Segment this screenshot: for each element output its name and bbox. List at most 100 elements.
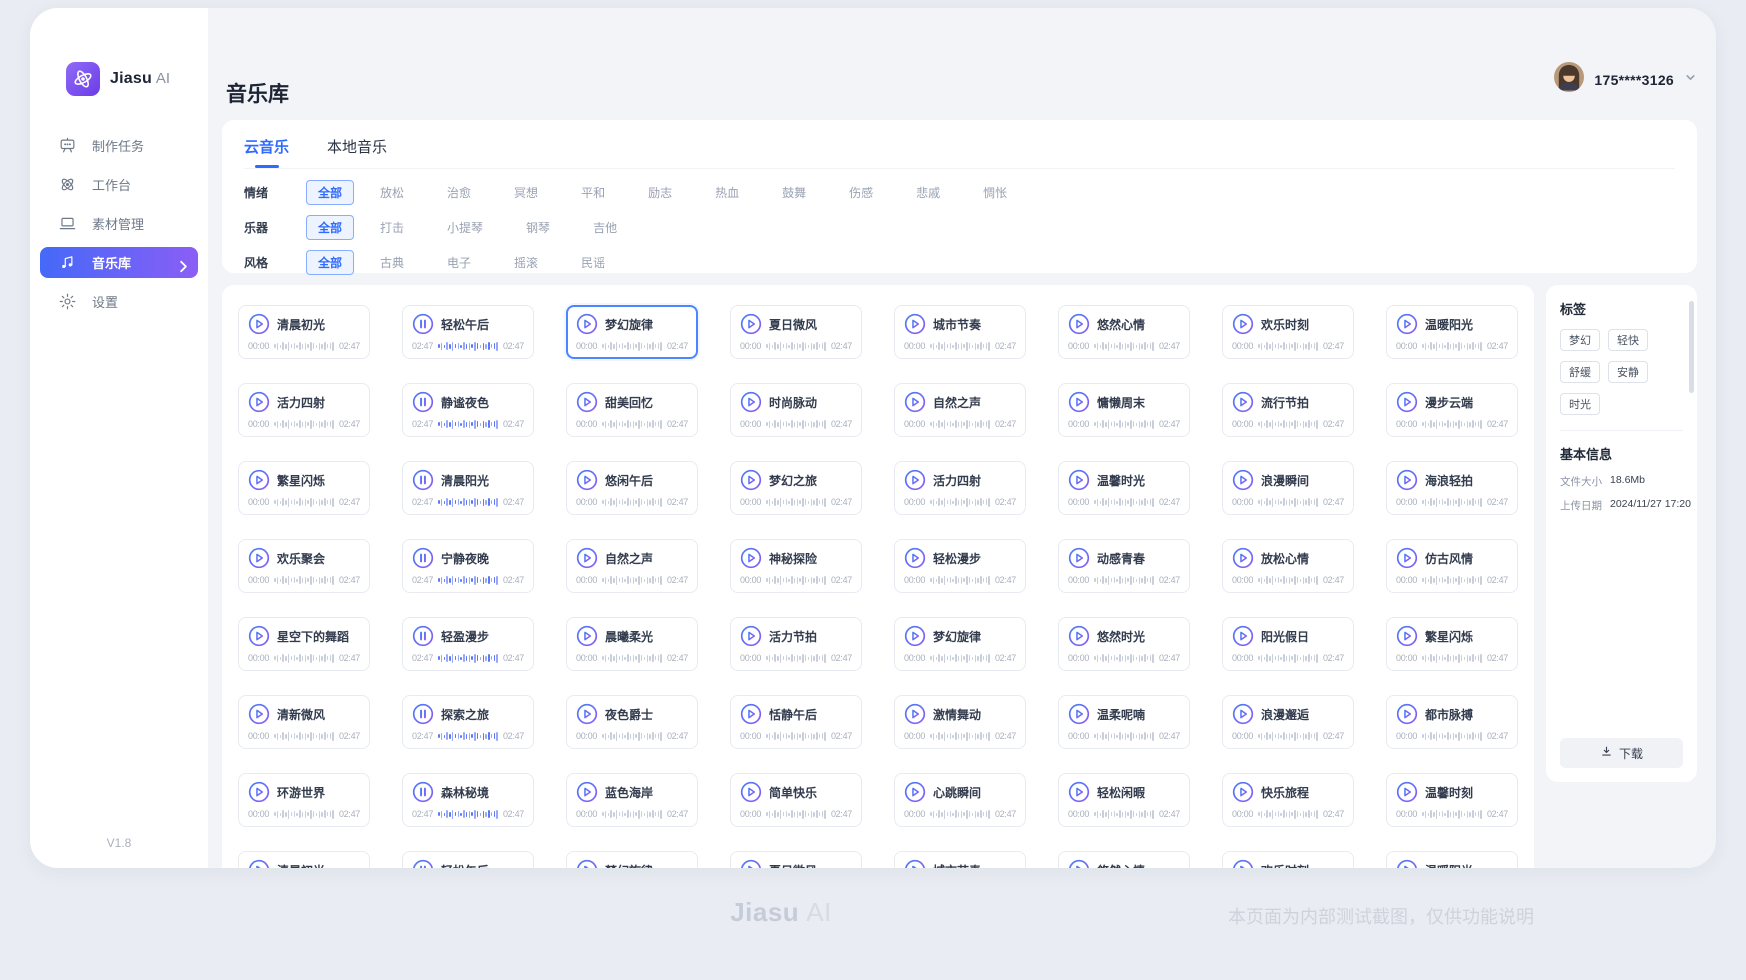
waveform[interactable] (600, 418, 664, 430)
music-card[interactable]: 快乐旅程00:0002:47 (1222, 773, 1354, 827)
play-icon[interactable] (1396, 859, 1418, 868)
waveform[interactable] (600, 574, 664, 586)
play-icon[interactable] (740, 547, 762, 569)
sidebar-item-assets[interactable]: 素材管理 (40, 208, 198, 239)
play-icon[interactable] (576, 547, 598, 569)
music-card[interactable]: 星空下的舞蹈00:0002:47 (238, 617, 370, 671)
filter-option[interactable]: 冥想 (502, 180, 550, 205)
music-card[interactable]: 仿古风情00:0002:47 (1386, 539, 1518, 593)
music-card[interactable]: 宁静夜晚02:4702:47 (402, 539, 534, 593)
music-card[interactable]: 激情舞动00:0002:47 (894, 695, 1026, 749)
waveform[interactable] (436, 418, 500, 430)
music-card[interactable]: 夜色爵士00:0002:47 (566, 695, 698, 749)
waveform[interactable] (928, 730, 992, 742)
waveform[interactable] (436, 808, 500, 820)
pause-icon[interactable] (412, 469, 434, 491)
music-card[interactable]: 都市脉搏00:0002:47 (1386, 695, 1518, 749)
waveform[interactable] (272, 652, 336, 664)
waveform[interactable] (600, 340, 664, 352)
waveform[interactable] (764, 652, 828, 664)
music-card[interactable]: 梦幻之旅00:0002:47 (730, 461, 862, 515)
music-card[interactable]: 轻松午后02:4702:47 (402, 851, 534, 868)
music-card[interactable]: 森林秘境02:4702:47 (402, 773, 534, 827)
play-icon[interactable] (248, 547, 270, 569)
waveform[interactable] (928, 652, 992, 664)
waveform[interactable] (436, 730, 500, 742)
music-card[interactable]: 神秘探险00:0002:47 (730, 539, 862, 593)
music-card[interactable]: 轻松午后02:4702:47 (402, 305, 534, 359)
play-icon[interactable] (576, 313, 598, 335)
music-card[interactable]: 温暖阳光00:0002:47 (1386, 305, 1518, 359)
pause-icon[interactable] (412, 313, 434, 335)
play-icon[interactable] (1396, 625, 1418, 647)
waveform[interactable] (764, 340, 828, 352)
play-icon[interactable] (904, 313, 926, 335)
music-card[interactable]: 梦幻旋律00:0002:47 (566, 851, 698, 868)
play-icon[interactable] (248, 391, 270, 413)
music-card[interactable]: 自然之声00:0002:47 (894, 383, 1026, 437)
waveform[interactable] (272, 418, 336, 430)
play-icon[interactable] (1232, 703, 1254, 725)
play-icon[interactable] (1068, 391, 1090, 413)
waveform[interactable] (764, 418, 828, 430)
waveform[interactable] (1420, 418, 1484, 430)
play-icon[interactable] (740, 625, 762, 647)
filter-option[interactable]: 全部 (306, 250, 354, 275)
waveform[interactable] (1256, 730, 1320, 742)
music-card[interactable]: 城市节奏00:0002:47 (894, 305, 1026, 359)
play-icon[interactable] (1068, 781, 1090, 803)
music-card[interactable]: 环游世界00:0002:47 (238, 773, 370, 827)
sidebar-item-workbench[interactable]: 工作台 (40, 169, 198, 200)
pause-icon[interactable] (412, 781, 434, 803)
waveform[interactable] (928, 496, 992, 508)
filter-option[interactable]: 惆怅 (971, 180, 1019, 205)
music-card[interactable]: 清晨初光00:0002:47 (238, 851, 370, 868)
music-card[interactable]: 温柔呢喃00:0002:47 (1058, 695, 1190, 749)
filter-option[interactable]: 全部 (306, 215, 354, 240)
filter-option[interactable]: 摇滚 (502, 250, 550, 275)
play-icon[interactable] (1232, 469, 1254, 491)
play-icon[interactable] (1068, 469, 1090, 491)
pause-icon[interactable] (412, 625, 434, 647)
waveform[interactable] (1420, 496, 1484, 508)
filter-option[interactable]: 民谣 (569, 250, 617, 275)
play-icon[interactable] (904, 469, 926, 491)
waveform[interactable] (600, 496, 664, 508)
music-card[interactable]: 清晨初光00:0002:47 (238, 305, 370, 359)
waveform[interactable] (1256, 496, 1320, 508)
play-icon[interactable] (740, 859, 762, 868)
sidebar-item-settings[interactable]: 设置 (40, 286, 198, 317)
play-icon[interactable] (904, 547, 926, 569)
waveform[interactable] (928, 418, 992, 430)
waveform[interactable] (272, 730, 336, 742)
music-card[interactable]: 欢乐聚会00:0002:47 (238, 539, 370, 593)
music-card[interactable]: 放松心情00:0002:47 (1222, 539, 1354, 593)
waveform[interactable] (1092, 496, 1156, 508)
music-card[interactable]: 流行节拍00:0002:47 (1222, 383, 1354, 437)
waveform[interactable] (928, 340, 992, 352)
music-card[interactable]: 温馨时刻00:0002:47 (1386, 773, 1518, 827)
filter-option[interactable]: 励志 (636, 180, 684, 205)
play-icon[interactable] (1068, 547, 1090, 569)
waveform[interactable] (436, 496, 500, 508)
music-card[interactable]: 悠闲午后00:0002:47 (566, 461, 698, 515)
play-icon[interactable] (1396, 391, 1418, 413)
play-icon[interactable] (1396, 781, 1418, 803)
waveform[interactable] (1092, 808, 1156, 820)
play-icon[interactable] (1232, 859, 1254, 868)
waveform[interactable] (600, 808, 664, 820)
music-card[interactable]: 温暖阳光00:0002:47 (1386, 851, 1518, 868)
filter-option[interactable]: 鼓舞 (770, 180, 818, 205)
filter-option[interactable]: 平和 (569, 180, 617, 205)
pause-icon[interactable] (412, 859, 434, 868)
waveform[interactable] (1256, 808, 1320, 820)
play-icon[interactable] (740, 313, 762, 335)
tab-local-music[interactable]: 本地音乐 (327, 136, 387, 168)
waveform[interactable] (764, 496, 828, 508)
waveform[interactable] (764, 808, 828, 820)
music-card[interactable]: 蓝色海岸00:0002:47 (566, 773, 698, 827)
waveform[interactable] (1420, 340, 1484, 352)
music-card[interactable]: 探索之旅02:4702:47 (402, 695, 534, 749)
filter-option[interactable]: 悲戚 (904, 180, 952, 205)
play-icon[interactable] (1068, 625, 1090, 647)
